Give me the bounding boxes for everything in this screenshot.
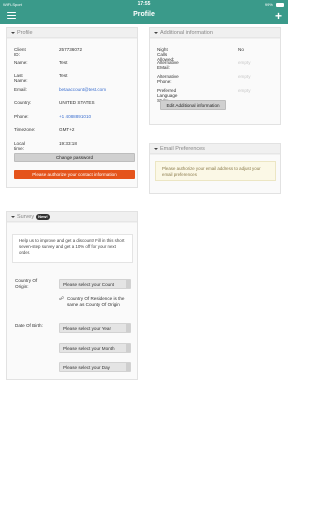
note-line: same as County Of Origin <box>67 302 120 307</box>
email-preferences-panel: Email Preferences Please authorize your … <box>149 143 281 194</box>
profile-panel-header[interactable]: Profile <box>7 28 137 38</box>
field-label: Country: <box>14 100 32 105</box>
field-label: Local time: <box>14 141 25 151</box>
add-icon[interactable]: + <box>275 10 282 22</box>
additional-info-header[interactable]: Additional information <box>150 28 280 38</box>
field-label: Phone: <box>14 114 29 119</box>
field-label: Alternative Phone: <box>157 74 179 84</box>
field-value: 257736072 <box>59 47 82 52</box>
chevron-down-icon <box>154 31 158 34</box>
email-preferences-notice: Please authorize your email address to a… <box>155 161 276 181</box>
chevron-down-icon <box>154 147 158 150</box>
label-text: Date Of Birth: <box>15 323 43 328</box>
change-password-button[interactable]: Change password <box>14 153 135 162</box>
field-label: Client ID: <box>14 47 26 57</box>
phone-link[interactable]: +1 4088891010 <box>59 114 91 119</box>
field-label: Timezone: <box>14 127 36 132</box>
clock: 17:55 <box>137 1 151 7</box>
chevron-down-icon <box>11 31 15 34</box>
additional-info-title: Additional information <box>160 29 213 36</box>
page-title: Profile <box>133 11 155 18</box>
chevron-down-icon <box>11 215 15 218</box>
new-badge: New! <box>36 213 50 220</box>
survey-panel: Survey New! Help us to improve and get a… <box>6 211 138 380</box>
link-icon[interactable]: ☍ <box>59 297 64 302</box>
note-line: Country Of Residence is the <box>67 296 125 301</box>
authorize-contact-button[interactable]: Please authorize your contact informatio… <box>14 170 135 179</box>
field-value: Test <box>59 73 68 78</box>
profile-panel-title: Profile <box>17 29 33 36</box>
field-value: Test <box>59 60 68 65</box>
field-value: empty <box>238 88 251 93</box>
profile-panel: Profile Client ID: 257736072 Name: Test … <box>6 27 138 188</box>
birth-year-select[interactable]: Please select your Year <box>59 323 131 333</box>
birth-day-select[interactable]: Please select your Day <box>59 362 131 372</box>
field-value: 19:33:18 <box>59 141 77 146</box>
nav-bar: Profile + <box>0 8 288 24</box>
field-value: No <box>238 47 244 52</box>
birth-month-select[interactable]: Please select your Month <box>59 343 131 353</box>
battery-percent: 99% <box>264 2 273 7</box>
label-line: Origin: <box>15 284 29 289</box>
field-label: Last Name: <box>14 73 28 83</box>
field-label: Email: <box>14 87 27 92</box>
field-value: GMT+2 <box>59 127 75 132</box>
status-bar: WiFi-Sport 17:55 99% <box>0 0 288 8</box>
survey-intro-text: Help us to improve and get a discount! F… <box>12 234 133 263</box>
email-link[interactable]: betaaccount@test.com <box>59 87 106 92</box>
additional-info-panel: Additional information Night Calls Allow… <box>149 27 281 125</box>
field-label: Name: <box>14 60 28 65</box>
email-preferences-header[interactable]: Email Preferences <box>150 144 280 154</box>
battery-icon <box>276 2 284 7</box>
label-line: Country Of <box>15 278 38 283</box>
field-value: empty <box>238 60 251 65</box>
field-label: Alternative EMail: <box>157 60 179 70</box>
battery-indicator: 99% <box>265 2 284 7</box>
email-preferences-title: Email Preferences <box>160 145 205 152</box>
survey-header[interactable]: Survey New! <box>7 212 137 222</box>
country-of-origin-select[interactable]: Please select your Count <box>59 279 131 289</box>
survey-title: Survey <box>17 213 35 220</box>
field-value: UNITED STATES <box>59 100 95 105</box>
field-value: empty <box>238 74 251 79</box>
edit-additional-info-button[interactable]: Edit Additional information <box>160 100 226 110</box>
